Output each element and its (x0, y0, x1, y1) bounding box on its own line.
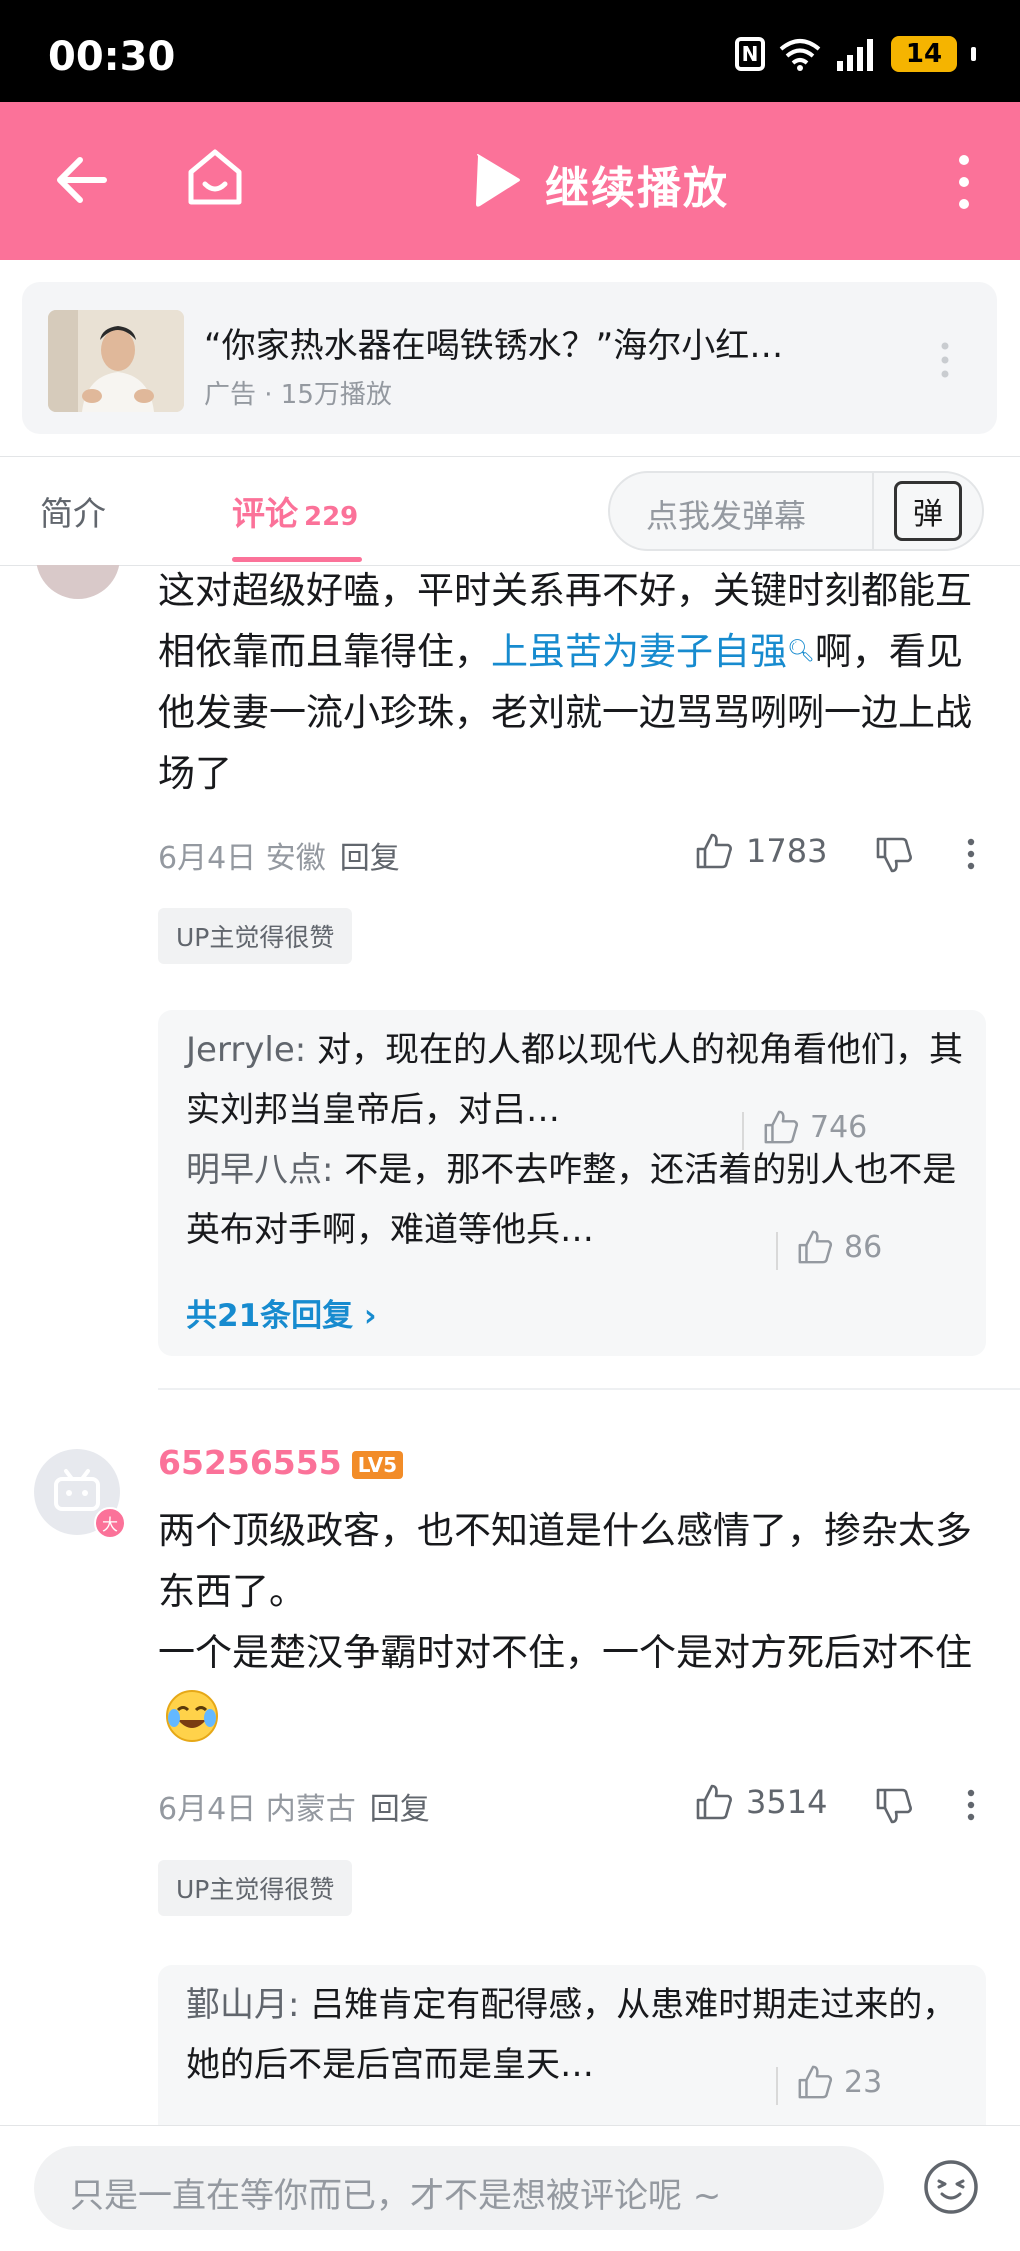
danmaku-icon-char: 弹 (913, 497, 943, 532)
reply-like-count: 23 (844, 2064, 883, 2100)
comment-input-placeholder: 只是一直在等你而已，才不是想被评论呢 ~ (70, 2176, 722, 2216)
like-count: 1783 (746, 832, 828, 870)
reply-button[interactable]: 回复 (370, 1792, 430, 1827)
danmaku-placeholder: 点我发弹幕 (646, 497, 807, 535)
comment-input[interactable]: 只是一直在等你而已，才不是想被评论呢 ~ (34, 2146, 884, 2230)
up-liked-badge: UP主觉得很赞 (158, 908, 353, 964)
wifi-icon (779, 39, 821, 71)
tab-comments-label: 评论 (232, 494, 298, 533)
comment-divider (158, 1388, 1020, 1390)
reply-button[interactable]: 回复 (340, 841, 400, 876)
more-vertical-icon[interactable] (966, 1788, 976, 1822)
search-link-text: 上虽苦为妻子自强 (491, 630, 787, 673)
more-vertical-icon[interactable] (940, 340, 950, 380)
thumbs-down-icon[interactable] (874, 835, 914, 875)
comment-meta: 6月4日 安徽 回复 (158, 833, 400, 877)
like-button[interactable]: 3514 (694, 1782, 827, 1822)
back-arrow-icon[interactable] (52, 150, 112, 210)
more-vertical-icon[interactable] (966, 837, 976, 871)
ad-card[interactable]: “你家热水器在喝铁锈水？”海尔小红… 广告 · 15万播放 (22, 282, 997, 434)
thumbs-up-icon (798, 1230, 833, 1264)
search-link[interactable]: 上虽苦为妻子自强🔍︎ (491, 630, 815, 673)
thumbs-up-icon (798, 2065, 833, 2099)
danmaku-toggle-icon[interactable]: 弹 (894, 481, 962, 541)
comment-username[interactable]: 65256555 LV5 (158, 1443, 404, 1482)
username-text: 65256555 (158, 1443, 342, 1482)
clock: 00:30 (48, 34, 176, 80)
reply-like-button[interactable]: 23 (796, 2063, 882, 2101)
ad-title: “你家热水器在喝铁锈水？”海尔小红… (204, 326, 784, 366)
emoji-icon[interactable] (922, 2158, 980, 2216)
play-icon[interactable] (472, 152, 522, 208)
signal-icon (837, 39, 873, 71)
comment-meta: 6月4日 内蒙古 回复 (158, 1784, 430, 1828)
comment-text: 这对超级好嗑，平时关系再不好，关键时刻都能互相依靠而且靠得住，上虽苦为妻子自强🔍… (158, 565, 990, 804)
battery-level: 14 (905, 39, 943, 69)
thumbs-up-icon (696, 833, 732, 869)
thumbs-up-icon (696, 1784, 732, 1820)
thumbs-down-icon[interactable] (874, 1786, 914, 1826)
tabs-bar: 简介 评论 229 点我发弹幕 弹 (0, 456, 1020, 566)
vip-badge: 大 (94, 1507, 126, 1539)
reply-divider (776, 2067, 778, 2105)
tab-active-indicator (232, 557, 362, 562)
reply-like-button[interactable]: 86 (796, 1228, 882, 1266)
battery-tip (971, 47, 976, 61)
search-icon: 🔍︎ (787, 639, 815, 664)
more-vertical-icon[interactable] (952, 152, 976, 212)
nfc-icon: N (735, 37, 765, 71)
reply-like-count: 86 (844, 1229, 883, 1265)
bottom-comment-bar: 只是一直在等你而已，才不是想被评论呢 ~ (0, 2125, 1020, 2251)
reply-preview-box[interactable]: Jerryle: 对，现在的人都以现代人的视角看他们，其实刘邦当皇帝后，对吕… … (158, 1010, 986, 1356)
comment-date-location: 6月4日 安徽 (158, 841, 326, 876)
tab-comments[interactable]: 评论 229 (232, 487, 358, 535)
top-bar: 继续播放 (0, 102, 1020, 260)
level-badge: LV5 (351, 1450, 404, 1479)
reply-preview-box[interactable]: 鄞山月: 吕雉肯定有配得感，从患难时期走过来的，她的后不是后宫而是皇天… 23 (158, 1965, 986, 2125)
comment-list[interactable]: 这对超级好嗑，平时关系再不好，关键时刻都能互相依靠而且靠得住，上虽苦为妻子自强🔍… (0, 565, 1020, 2125)
home-icon[interactable] (185, 146, 245, 210)
reply-user[interactable]: 明早八点: (186, 1150, 333, 1190)
comment-line-text: 一个是楚汉争霸时对不住，一个是对方死后对不住 (158, 1631, 972, 1674)
crying-laughing-emoji-icon (166, 1689, 218, 1742)
avatar[interactable] (36, 565, 120, 599)
continue-play-button[interactable]: 继续播放 (545, 152, 729, 216)
comment-line: 一个是楚汉争霸时对不住，一个是对方死后对不住 (158, 1622, 990, 1744)
comment-count: 229 (304, 502, 359, 532)
like-count: 3514 (746, 1783, 828, 1821)
danmaku-input[interactable]: 点我发弹幕 弹 (608, 471, 984, 551)
avatar[interactable]: 大 (34, 1449, 126, 1539)
comment-line: 两个顶级政客，也不知道是什么感情了，掺杂太多东西了。 (158, 1509, 972, 1613)
status-icons: N 14 (735, 36, 976, 72)
reply-user[interactable]: 鄞山月: (186, 1985, 299, 2025)
danmaku-divider (872, 473, 874, 549)
battery-icon: 14 (891, 36, 957, 72)
reply-user[interactable]: Jerryle: (186, 1030, 306, 1070)
ad-meta: 广告 · 15万播放 (204, 380, 392, 410)
reply-divider (776, 1232, 778, 1270)
status-bar: 00:30 N 14 (0, 0, 1020, 102)
ad-thumbnail (48, 310, 184, 412)
up-liked-badge: UP主觉得很赞 (158, 1860, 353, 1916)
view-all-replies-link[interactable]: 共21条回复 › (186, 1290, 377, 1335)
comment-text: 两个顶级政客，也不知道是什么感情了，掺杂太多东西了。 一个是楚汉争霸时对不住，一… (158, 1500, 990, 1744)
comment-date-location: 6月4日 内蒙古 (158, 1792, 356, 1827)
like-button[interactable]: 1783 (694, 831, 827, 871)
tab-intro[interactable]: 简介 (40, 487, 106, 535)
